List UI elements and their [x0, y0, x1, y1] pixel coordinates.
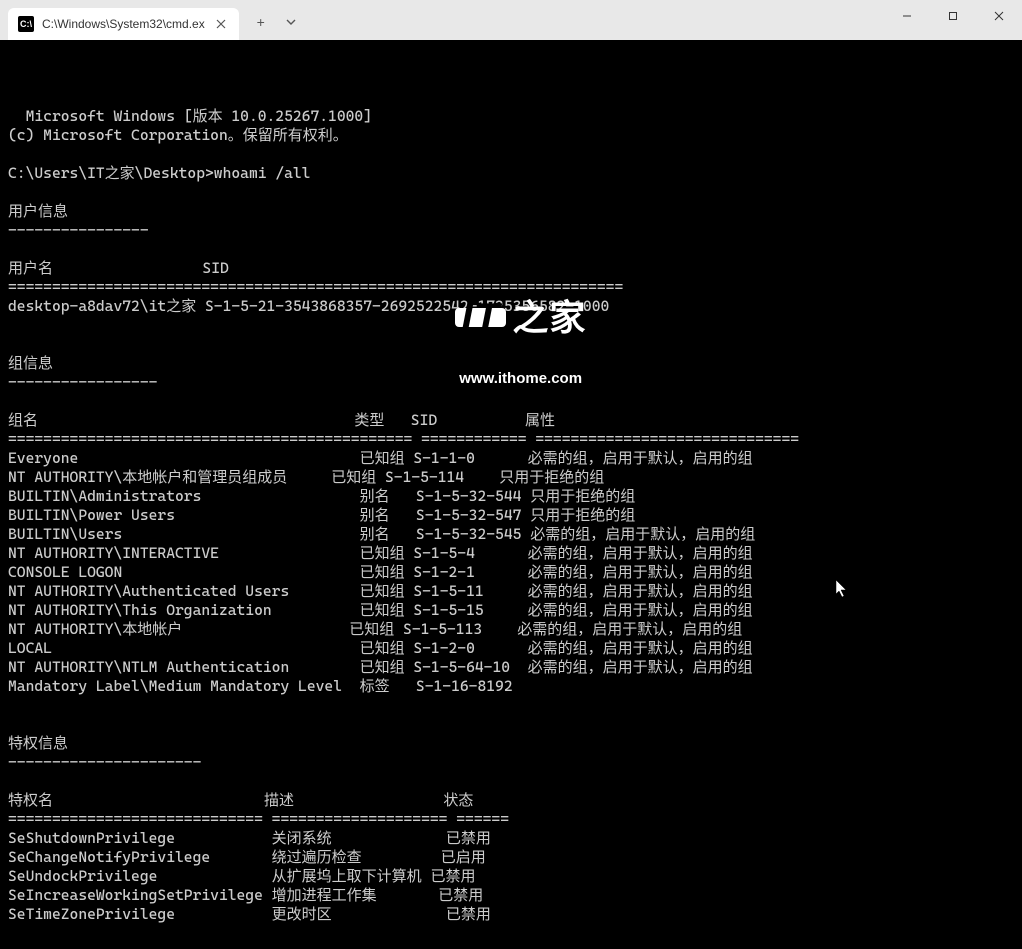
tabs-area: C:\ C:\Windows\System32\cmd.ex + [0, 0, 309, 40]
tab-dropdown-button[interactable] [277, 8, 305, 36]
watermark-url: www.ithome.com [455, 369, 586, 388]
tab-actions: + [239, 8, 309, 40]
terminal-window: C:\ C:\Windows\System32\cmd.ex + [0, 0, 1022, 949]
maximize-button[interactable] [930, 0, 976, 32]
terminal-output[interactable]: IT 之家 www.ithome.com Microsoft Windows [… [0, 40, 1022, 949]
close-button[interactable] [976, 0, 1022, 32]
titlebar: C:\ C:\Windows\System32\cmd.ex + [0, 0, 1022, 40]
minimize-button[interactable] [884, 0, 930, 32]
window-controls [884, 0, 1022, 40]
tab-cmd[interactable]: C:\ C:\Windows\System32\cmd.ex [8, 8, 239, 40]
new-tab-button[interactable]: + [247, 8, 275, 36]
mouse-cursor-icon [782, 560, 849, 623]
cmd-icon: C:\ [18, 16, 34, 32]
tab-close-button[interactable] [213, 16, 229, 32]
tab-title: C:\Windows\System32\cmd.ex [42, 17, 205, 31]
terminal-text: Microsoft Windows [版本 10.0.25267.1000] (… [8, 107, 799, 949]
